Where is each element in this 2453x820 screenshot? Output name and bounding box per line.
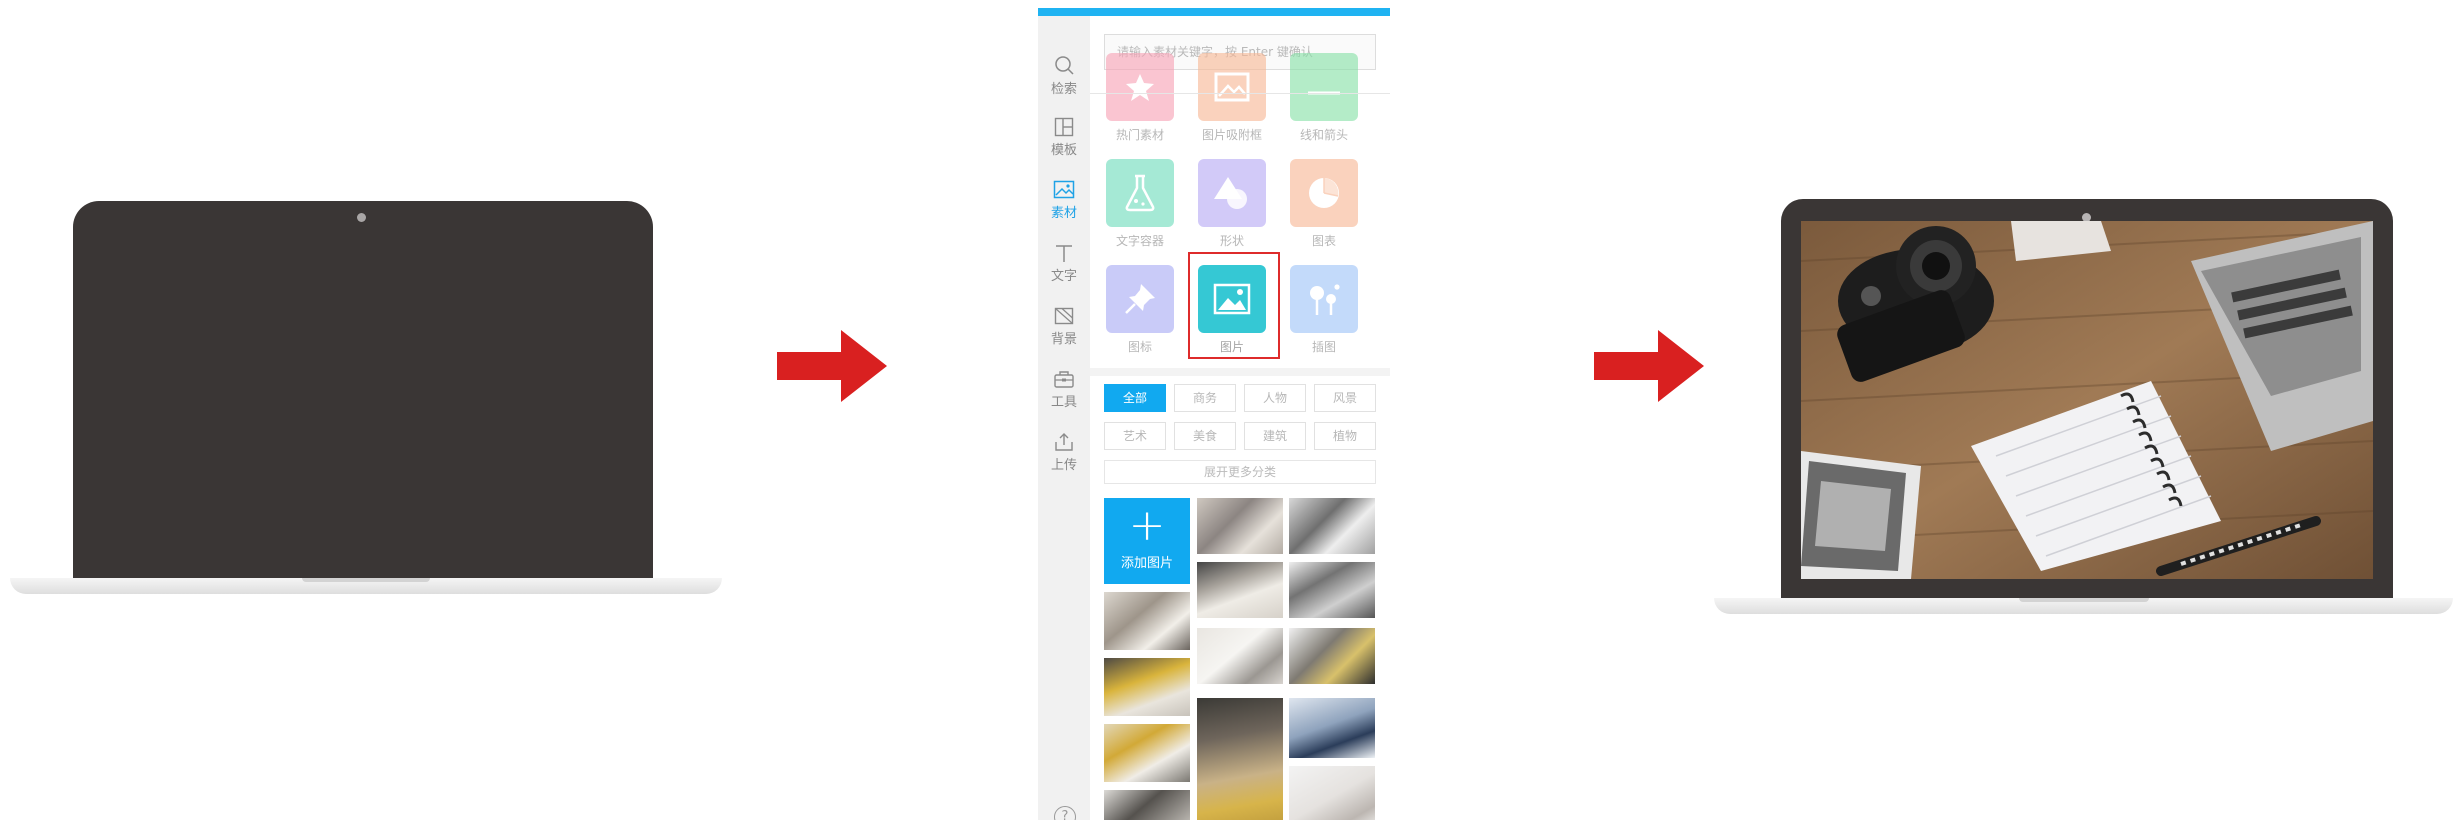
image-thumbnail[interactable]: [1289, 562, 1375, 618]
plus-icon: +: [1128, 500, 1166, 551]
material-hot[interactable]: 热门素材: [1105, 53, 1175, 143]
star-icon: [1106, 53, 1174, 121]
nav-item-search[interactable]: 检索: [1038, 44, 1090, 100]
category-all[interactable]: 全部: [1104, 384, 1166, 412]
search-divider: [1090, 93, 1390, 94]
expand-categories-button[interactable]: 展开更多分类: [1104, 460, 1376, 484]
material-text-container[interactable]: 文字容器: [1105, 159, 1175, 249]
material-label: 图表: [1311, 234, 1336, 248]
nav-item-label: 检索: [1050, 82, 1077, 97]
line-arrow-icon: [1290, 53, 1358, 121]
right-arrow-icon: [1594, 330, 1704, 402]
pie-chart-icon: [1290, 159, 1358, 227]
nav-item-label: 工具: [1050, 395, 1077, 410]
image-thumbnail[interactable]: [1289, 628, 1375, 684]
pin-icon: [1106, 265, 1174, 333]
image-thumbnail[interactable]: [1197, 562, 1283, 618]
template-icon: [1054, 117, 1074, 137]
material-label: 插图: [1311, 340, 1336, 354]
search-icon: [1055, 56, 1074, 75]
toolbox-icon: [1054, 371, 1074, 388]
material-shapes[interactable]: 形状: [1197, 159, 1267, 249]
laptop-before-screen: [73, 201, 653, 581]
material-label: 文字容器: [1115, 234, 1164, 248]
image-thumbnail[interactable]: [1197, 498, 1283, 554]
nav-item-template[interactable]: 模板: [1038, 107, 1090, 163]
nav-item-label: 背景: [1050, 332, 1077, 347]
shapes-icon: [1198, 159, 1266, 227]
material-label: 图片吸附框: [1201, 128, 1262, 142]
material-label: 图标: [1127, 340, 1152, 354]
text-icon: [1056, 245, 1072, 262]
category-plants[interactable]: 植物: [1314, 422, 1376, 450]
laptop-notch: [302, 578, 430, 582]
nav-item-material[interactable]: 素材: [1038, 170, 1090, 226]
image-thumbnail[interactable]: [1289, 698, 1375, 758]
image-thumbnail[interactable]: [1289, 766, 1375, 820]
background-icon: [1054, 307, 1074, 325]
category-food[interactable]: 美食: [1174, 422, 1236, 450]
material-chart[interactable]: 图表: [1289, 159, 1359, 249]
image-thumbnail[interactable]: [1197, 698, 1283, 820]
selection-highlight: [1188, 252, 1280, 359]
laptop-notch: [2019, 598, 2149, 602]
section-separator: [1090, 368, 1390, 376]
add-image-button[interactable]: + 添加图片: [1104, 498, 1190, 584]
material-photo-frame[interactable]: 图片吸附框: [1197, 53, 1267, 143]
nav-item-background[interactable]: 背景: [1038, 296, 1090, 352]
category-people[interactable]: 人物: [1244, 384, 1306, 412]
material-panel: 检索 模板 素材 文字 背景 工具 上传 ? 请输入素材关键字，按 Enter …: [1038, 8, 1390, 820]
add-image-label: 添加图片: [1120, 556, 1173, 571]
help-button[interactable]: ?: [1054, 806, 1076, 820]
tree-icon: [1290, 265, 1358, 333]
nav-item-label: 模板: [1050, 143, 1077, 158]
laptop-before-base: [10, 578, 722, 594]
upload-icon: [1055, 433, 1073, 451]
image-thumbnail[interactable]: [1289, 498, 1375, 554]
material-content: 请输入素材关键字，按 Enter 键确认 热门素材 图片吸附框 线和箭头 文字容…: [1090, 16, 1390, 820]
right-arrow-icon: [777, 330, 887, 402]
nav-item-upload[interactable]: 上传: [1038, 422, 1090, 478]
category-architecture[interactable]: 建筑: [1244, 422, 1306, 450]
material-illustration[interactable]: 插图: [1289, 265, 1359, 355]
category-scenery[interactable]: 风景: [1314, 384, 1376, 412]
inserted-photo: [1801, 221, 2373, 579]
panel-top-accent: [1038, 8, 1390, 16]
material-label: 形状: [1219, 234, 1244, 248]
material-label: 线和箭头: [1299, 128, 1348, 142]
material-icons[interactable]: 图标: [1105, 265, 1175, 355]
category-art[interactable]: 艺术: [1104, 422, 1166, 450]
image-thumbnail[interactable]: [1104, 790, 1190, 820]
category-business[interactable]: 商务: [1174, 384, 1236, 412]
nav-item-label: 上传: [1050, 458, 1077, 473]
nav-item-tools[interactable]: 工具: [1038, 359, 1090, 415]
material-label: 热门素材: [1115, 128, 1164, 142]
image-thumbnail[interactable]: [1104, 724, 1190, 782]
side-icon-bar: 检索 模板 素材 文字 背景 工具 上传 ?: [1038, 16, 1090, 820]
image-icon: [1053, 180, 1075, 199]
image-thumbnail[interactable]: [1197, 628, 1283, 684]
image-thumbnail[interactable]: [1104, 658, 1190, 716]
nav-item-text[interactable]: 文字: [1038, 233, 1090, 289]
nav-item-label: 文字: [1050, 269, 1077, 284]
material-line-arrow[interactable]: 线和箭头: [1289, 53, 1359, 143]
photo-frame-icon: [1198, 53, 1266, 121]
image-thumbnail[interactable]: [1104, 592, 1190, 650]
flask-icon: [1106, 159, 1174, 227]
laptop-after-base: [1714, 598, 2453, 614]
laptop-after-screen: [1781, 199, 2393, 599]
nav-item-label: 素材: [1050, 206, 1077, 221]
webcam-dot: [357, 213, 366, 222]
